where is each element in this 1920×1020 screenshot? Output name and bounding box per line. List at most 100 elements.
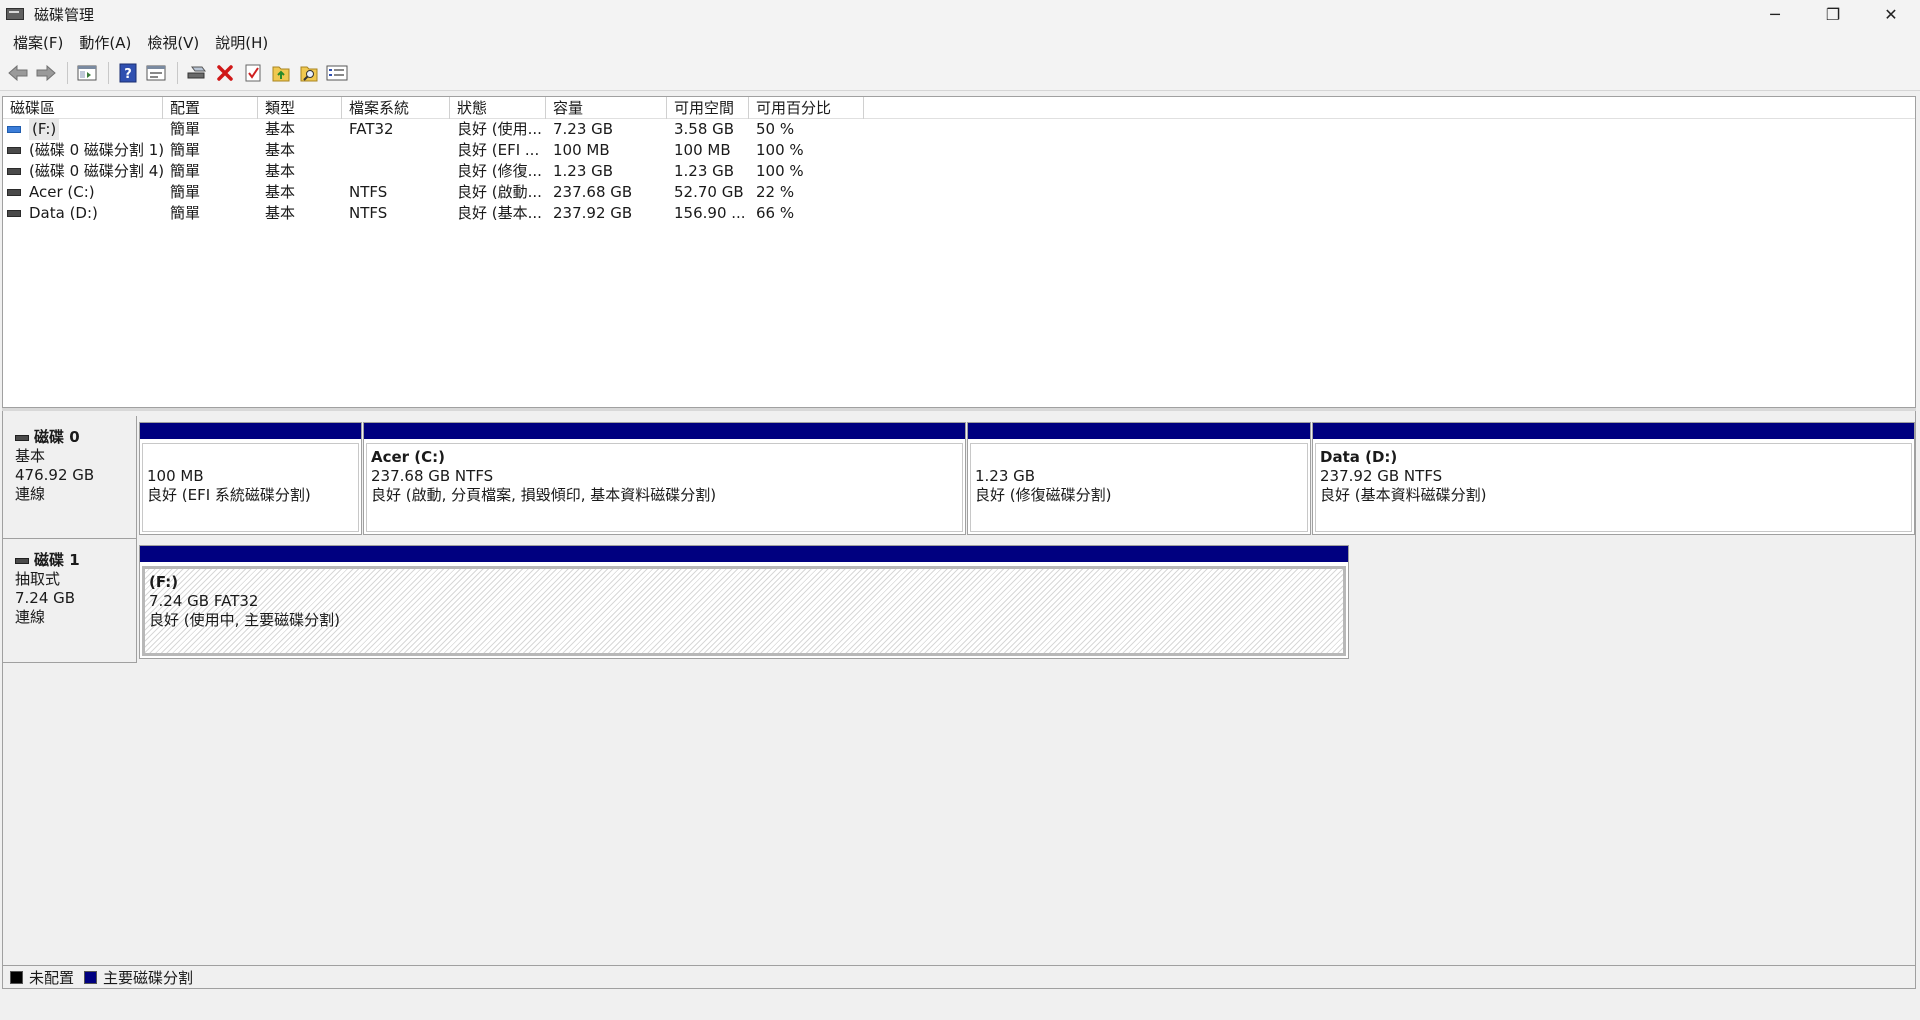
volume-status: 良好 (基本... [457,204,542,222]
volume-type: 基本 [265,120,296,138]
toolbar: ? [0,56,1920,91]
volume-icon [7,168,21,175]
delete-icon [217,65,233,81]
menu-view[interactable]: 檢視(V) [139,30,207,55]
volume-free-space: 3.58 GB [674,120,735,138]
partition-status: 良好 (EFI 系統磁碟分割) [147,486,311,504]
volume-row-d[interactable]: Data (D:) 簡單 基本 NTFS 良好 (基本... 237.92 GB… [3,203,1915,224]
partition-size: 237.68 GB NTFS [371,467,494,485]
volume-row-disk0-part1[interactable]: (磁碟 0 磁碟分割 1) 簡單 基本 良好 (EFI ... 100 MB 1… [3,140,1915,161]
minimize-button[interactable]: ─ [1746,0,1804,28]
volume-status: 良好 (啟動... [457,183,542,201]
disk-graphical-view: 磁碟 0 基本 476.92 GB 連線 100 MB 良好 (EFI 系統磁碟… [2,411,1916,969]
help-button[interactable]: ? [115,60,141,86]
search-folder-button[interactable] [296,60,322,86]
window-title: 磁碟管理 [34,5,95,24]
volume-filesystem [342,140,450,161]
partition-size: 237.92 GB NTFS [1320,467,1443,485]
check-icon [245,64,261,82]
status-bar [0,990,1920,1020]
volume-name-cell: (F:) [3,119,163,140]
toolbar-separator [108,62,109,84]
volume-free-space: 100 MB [674,141,731,159]
column-header-type[interactable]: 類型 [258,97,342,119]
volume-type: 基本 [265,204,296,222]
folder-up-button[interactable] [268,60,294,86]
console-tree-icon [77,65,97,81]
disk-1-info[interactable]: 磁碟 1 抽取式 7.24 GB 連線 [3,539,137,663]
partition-body: 1.23 GB 良好 (修復磁碟分割) [970,443,1308,532]
column-header-layout[interactable]: 配置 [163,97,258,119]
partition-efi[interactable]: 100 MB 良好 (EFI 系統磁碟分割) [139,422,362,535]
legend-label: 主要磁碟分割 [103,968,194,987]
volume-capacity: 237.68 GB [553,183,633,201]
volume-icon [7,147,21,154]
column-header-percent-free[interactable]: 可用百分比 [749,97,864,119]
volume-capacity: 1.23 GB [553,162,614,180]
menu-action[interactable]: 動作(A) [71,30,139,55]
volume-list[interactable]: 磁碟區 配置 類型 檔案系統 狀態 容量 可用空間 可用百分比 (F:) 簡單 … [2,96,1916,408]
connect-drive-button[interactable] [184,60,210,86]
partition-c[interactable]: Acer (C:) 237.68 GB NTFS 良好 (啟動, 分頁檔案, 損… [363,422,966,535]
volume-layout: 簡單 [170,120,201,138]
check-button[interactable] [240,60,266,86]
volume-free-space: 1.23 GB [674,162,735,180]
volume-icon [7,210,21,217]
volume-row-disk0-part4[interactable]: (磁碟 0 磁碟分割 4) 簡單 基本 良好 (修復... 1.23 GB 1.… [3,161,1915,182]
svg-text:?: ? [124,67,132,82]
volume-name: Data (D:) [29,204,98,222]
list-header: 磁碟區 配置 類型 檔案系統 狀態 容量 可用空間 可用百分比 [3,97,1915,119]
primary-partition-bar [140,546,1348,562]
partition-status: 良好 (啟動, 分頁檔案, 損毀傾印, 基本資料磁碟分割) [371,486,717,504]
title-bar: 磁碟管理 ─ ❐ ✕ [0,0,1920,28]
volume-layout: 簡單 [170,204,201,222]
volume-name: Acer (C:) [29,183,95,201]
console-tree-button[interactable] [74,60,100,86]
properties-button[interactable] [143,60,169,86]
partition-name: Acer (C:) [371,448,446,466]
back-button[interactable] [5,60,31,86]
partition-f[interactable]: (F:) 7.24 GB FAT32 良好 (使用中, 主要磁碟分割) [139,545,1349,659]
partition-body: (F:) 7.24 GB FAT32 良好 (使用中, 主要磁碟分割) [142,566,1346,656]
column-header-capacity[interactable]: 容量 [546,97,667,119]
partition-name [147,448,358,467]
partition-recovery[interactable]: 1.23 GB 良好 (修復磁碟分割) [967,422,1311,535]
primary-partition-bar [968,423,1310,439]
column-header-free-space[interactable]: 可用空間 [667,97,749,119]
volume-layout: 簡單 [170,162,201,180]
menu-file[interactable]: 檔案(F) [5,30,71,55]
close-button[interactable]: ✕ [1862,0,1920,28]
column-header-filesystem[interactable]: 檔案系統 [342,97,450,119]
column-header-status[interactable]: 狀態 [450,97,546,119]
volume-free-space: 156.90 ... [674,204,746,222]
disk-type: 基本 [15,447,46,465]
partition-body: Acer (C:) 237.68 GB NTFS 良好 (啟動, 分頁檔案, 損… [366,443,963,532]
menu-help[interactable]: 說明(H) [207,30,276,55]
column-header-volume[interactable]: 磁碟區 [3,97,163,119]
volume-row-f[interactable]: (F:) 簡單 基本 FAT32 良好 (使用... 7.23 GB 3.58 … [3,119,1915,140]
partition-name: Data (D:) [1320,448,1398,466]
delete-button[interactable] [212,60,238,86]
partition-status: 良好 (基本資料磁碟分割) [1320,486,1487,504]
volume-row-c[interactable]: Acer (C:) 簡單 基本 NTFS 良好 (啟動... 237.68 GB… [3,182,1915,203]
primary-partition-bar [364,423,965,439]
connect-drive-icon [187,66,206,79]
disk-title: 磁碟 0 [15,428,136,447]
disk-title: 磁碟 1 [15,551,136,570]
restore-button[interactable]: ❐ [1804,0,1862,28]
disk-state: 連線 [15,485,46,503]
legend-unallocated: 未配置 [10,967,74,988]
partition-d[interactable]: Data (D:) 237.92 GB NTFS 良好 (基本資料磁碟分割) [1312,422,1915,535]
disk-state: 連線 [15,608,46,626]
forward-button[interactable] [33,60,59,86]
volume-icon [7,189,21,196]
volume-percent-free: 66 % [756,204,795,222]
volume-name-cell: (磁碟 0 磁碟分割 4) [3,161,163,182]
volume-free-space: 52.70 GB [674,183,744,201]
menu-bar: 檔案(F) 動作(A) 檢視(V) 說明(H) [0,28,1920,56]
partition-size: 100 MB [147,467,204,485]
disk-0-info[interactable]: 磁碟 0 基本 476.92 GB 連線 [3,416,137,539]
list-view-button[interactable] [324,60,350,86]
partition-status: 良好 (修復磁碟分割) [975,486,1112,504]
unallocated-swatch [10,970,23,984]
